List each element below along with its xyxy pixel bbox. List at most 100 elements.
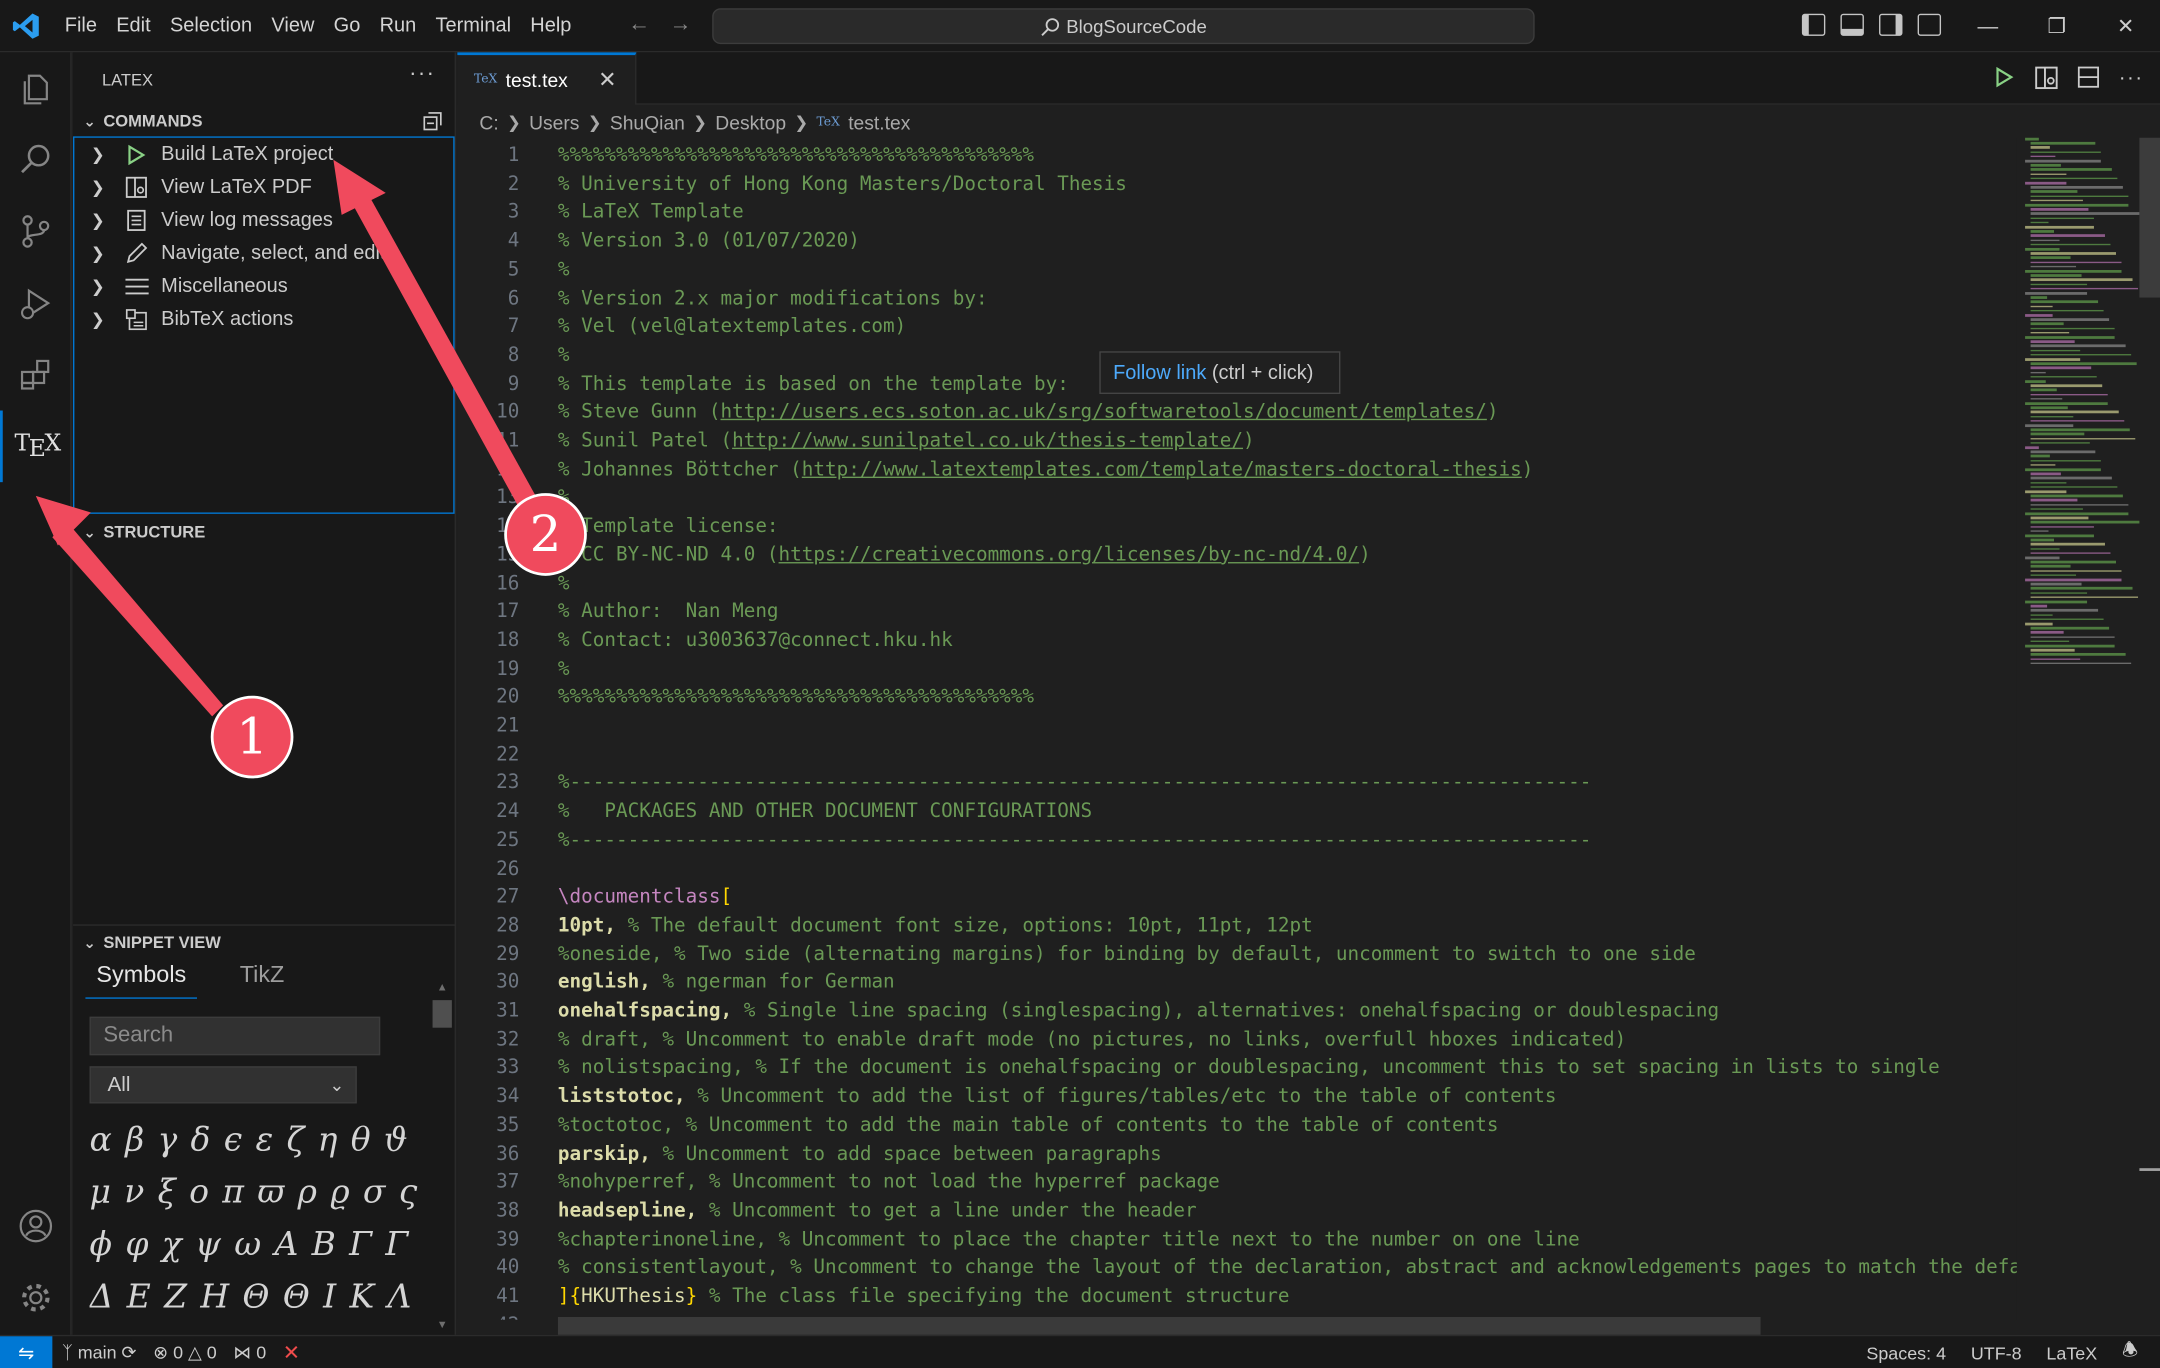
minimize-icon[interactable]: — bbox=[1953, 0, 2022, 52]
code-line[interactable]: 26 bbox=[457, 855, 2016, 883]
command-view-latex-pdf[interactable]: ❯ View LaTeX PDF bbox=[74, 171, 446, 204]
code-line[interactable]: 39 %chapterinoneline, % Uncomment to plac… bbox=[457, 1226, 2016, 1254]
code-line[interactable]: 17 % Author: Nan Meng bbox=[457, 598, 2016, 626]
collapse-all-icon[interactable] bbox=[423, 112, 442, 131]
code-line[interactable]: 20%%%%%%%%%%%%%%%%%%%%%%%%%%%%%%%%%%%%%%… bbox=[457, 684, 2016, 712]
tab-symbols[interactable]: Symbols bbox=[85, 962, 198, 999]
menu-selection[interactable]: Selection bbox=[170, 15, 252, 37]
symbol-row[interactable]: Λ M N Ξ Ξ O Π Π bbox=[90, 1322, 421, 1335]
source-control-icon[interactable] bbox=[0, 196, 72, 268]
code-line[interactable]: 21 bbox=[457, 712, 2016, 740]
scroll-up-icon[interactable]: ▲ bbox=[437, 981, 448, 993]
build-play-icon[interactable] bbox=[1993, 66, 2015, 88]
code-line[interactable]: 14% Template license: bbox=[457, 513, 2016, 541]
more-editor-actions-icon[interactable]: ··· bbox=[2119, 66, 2144, 89]
code-line[interactable]: 18 % Contact: u3003637@connect.hku.hk bbox=[457, 627, 2016, 655]
language-mode-status[interactable]: LaTeX bbox=[2046, 1342, 2097, 1363]
minimap[interactable] bbox=[2022, 137, 2140, 689]
code-line[interactable]: 3 % LaTeX Template bbox=[457, 199, 2016, 227]
scrollbar-thumb[interactable] bbox=[432, 1000, 452, 1028]
code-line[interactable]: 10 % Steve Gunn (http://users.ecs.soton.a… bbox=[457, 399, 2016, 427]
menu-terminal[interactable]: Terminal bbox=[436, 15, 511, 37]
code-line[interactable]: 41]{HKUThesis} % The class file specifyi… bbox=[457, 1283, 2016, 1311]
code-line[interactable]: 12 % Johannes Böttcher (http://www.latext… bbox=[457, 456, 2016, 484]
remote-indicator-icon[interactable]: ⇋ bbox=[0, 1336, 53, 1368]
menu-view[interactable]: View bbox=[271, 15, 314, 37]
toggle-secondary-sidebar-icon[interactable] bbox=[1879, 13, 1903, 36]
toggle-panel-icon[interactable] bbox=[1840, 13, 1864, 36]
restore-icon[interactable]: ❐ bbox=[2022, 0, 2091, 52]
breadcrumb-item[interactable]: Desktop bbox=[715, 112, 786, 134]
command-navigate-select-edit[interactable]: ❯ Navigate, select, and edit bbox=[74, 237, 446, 270]
view-pdf-icon[interactable] bbox=[2035, 66, 2058, 90]
explorer-icon[interactable] bbox=[0, 52, 72, 124]
code-line[interactable]: 6 % Version 2.x major modifications by: bbox=[457, 284, 2016, 312]
scroll-down-icon[interactable]: ▼ bbox=[437, 1318, 448, 1330]
code-editor[interactable]: 1%%%%%%%%%%%%%%%%%%%%%%%%%%%%%%%%%%%%%%%… bbox=[457, 137, 2017, 1320]
more-actions-icon[interactable]: ··· bbox=[409, 62, 435, 87]
code-line[interactable]: 22 bbox=[457, 741, 2016, 769]
tooltip-link[interactable]: Follow link bbox=[1113, 362, 1206, 384]
code-line[interactable]: 31 onehalfspacing, % Single line spacing … bbox=[457, 997, 2016, 1025]
command-bibtex-actions[interactable]: ❯ BibTeX actions bbox=[74, 303, 446, 336]
tab-test-tex[interactable]: TeX test.tex ✕ bbox=[457, 52, 637, 105]
symbol-row[interactable]: ϕ φ χ ψ ω A B Γ Γ Δ bbox=[90, 1218, 421, 1270]
code-line[interactable]: 11 % Sunil Patel (http://www.sunilpatel.c… bbox=[457, 427, 2016, 455]
command-view-log-messages[interactable]: ❯ View log messages bbox=[74, 204, 446, 237]
close-window-icon[interactable]: ✕ bbox=[2091, 0, 2160, 52]
code-line[interactable]: 23 %-------------------------------------… bbox=[457, 769, 2016, 797]
commands-section-header[interactable]: ⌄ COMMANDS bbox=[73, 106, 456, 136]
code-line[interactable]: 2 % University of Hong Kong Masters/Docto… bbox=[457, 170, 2016, 198]
snippet-scrollbar[interactable]: ▲ ▼ bbox=[431, 981, 452, 1331]
command-center[interactable]: BlogSourceCode bbox=[712, 8, 1535, 45]
code-line[interactable]: 40 % consistentlayout, % Uncomment to cha… bbox=[457, 1254, 2017, 1282]
code-line[interactable]: 33 % nolistspacing, % If the document is … bbox=[457, 1054, 2016, 1082]
search-activity-icon[interactable] bbox=[0, 124, 72, 196]
url-link[interactable]: http://www.latextemplates.com/template/m… bbox=[802, 458, 1522, 480]
code-line[interactable]: 36 parskip, % Uncomment to add space betw… bbox=[457, 1140, 2016, 1168]
breadcrumb-item[interactable]: test.tex bbox=[848, 112, 910, 134]
indentation-status[interactable]: Spaces: 4 bbox=[1866, 1342, 1946, 1363]
split-editor-icon[interactable] bbox=[2077, 66, 2099, 88]
code-line[interactable]: 27 \documentclass[ bbox=[457, 883, 2016, 911]
symbol-row[interactable]: μ ν ξ ο π ϖ ρ ϱ σ ς τ υ bbox=[90, 1165, 421, 1217]
code-line[interactable]: 38 headsepline, % Uncomment to get a line… bbox=[457, 1197, 2016, 1225]
symbol-grid[interactable]: α β γ δ ϵ ε ζ η θ ϑ ι κ λ μ ν ξ ο π ϖ ρ … bbox=[90, 1113, 421, 1335]
code-line[interactable]: 35 %toctotoc, % Uncomment to add the main… bbox=[457, 1111, 2016, 1139]
menu-help[interactable]: Help bbox=[530, 15, 571, 37]
code-line[interactable]: 34 liststotoc, % Uncomment to add the lis… bbox=[457, 1083, 2016, 1111]
customize-layout-icon[interactable] bbox=[1917, 13, 1942, 36]
code-line[interactable]: 29 %oneside, % Two side (alternating marg… bbox=[457, 940, 2016, 968]
ports-status[interactable]: ⋈ 0 bbox=[233, 1342, 266, 1364]
extensions-icon[interactable] bbox=[0, 339, 72, 411]
code-line[interactable]: 4 % Version 3.0 (01/07/2020) bbox=[457, 227, 2016, 255]
code-line[interactable]: 13% bbox=[457, 484, 2016, 512]
symbol-category-select[interactable]: All ⌄ bbox=[89, 1066, 357, 1104]
url-link[interactable]: http://www.sunilpatel.co.uk/thesis-templ… bbox=[732, 430, 1243, 452]
code-line[interactable]: 7 % Vel (vel@latextemplates.com) bbox=[457, 313, 2016, 341]
command-build-latex-project[interactable]: ❯ Build LaTeX project bbox=[74, 138, 446, 171]
branch-status[interactable]: ᛉ main ⟳ bbox=[62, 1342, 137, 1364]
encoding-status[interactable]: UTF-8 bbox=[1971, 1342, 2022, 1363]
breadcrumb-item[interactable]: ShuQian bbox=[610, 112, 685, 134]
menu-edit[interactable]: Edit bbox=[116, 15, 150, 37]
vertical-scrollbar[interactable] bbox=[2139, 137, 2160, 298]
menu-go[interactable]: Go bbox=[334, 15, 361, 37]
close-icon[interactable]: ✕ bbox=[598, 66, 616, 94]
latex-workshop-icon[interactable]: TEX bbox=[0, 410, 72, 483]
forward-arrow-icon[interactable]: → bbox=[670, 12, 692, 37]
notifications-bell-icon[interactable]: 🕭 bbox=[2122, 1338, 2138, 1368]
code-line[interactable]: 25 %-------------------------------------… bbox=[457, 826, 2016, 854]
url-link[interactable]: http://users.ecs.soton.ac.uk/srg/softwar… bbox=[721, 401, 1487, 423]
symbol-search-input[interactable]: Search bbox=[89, 1016, 381, 1056]
snippet-view-section-header[interactable]: ⌄ SNIPPET VIEW bbox=[73, 927, 456, 957]
horizontal-scrollbar[interactable] bbox=[557, 1316, 1761, 1335]
code-line[interactable]: 28 10pt, % The default document font size… bbox=[457, 912, 2016, 940]
code-line[interactable]: 30 english, % ngerman for German bbox=[457, 969, 2016, 997]
toggle-primary-sidebar-icon[interactable] bbox=[1801, 13, 1826, 36]
code-line[interactable]: 5% bbox=[457, 256, 2016, 284]
code-line[interactable]: 24 % PACKAGES AND OTHER DOCUMENT CONFIGUR… bbox=[457, 798, 2016, 826]
code-line[interactable]: 15% CC BY-NC-ND 4.0 (https://creativecom… bbox=[457, 541, 2016, 569]
latex-build-failed-icon[interactable]: ✕ bbox=[283, 1340, 300, 1365]
breadcrumb-item[interactable]: Users bbox=[529, 112, 579, 134]
